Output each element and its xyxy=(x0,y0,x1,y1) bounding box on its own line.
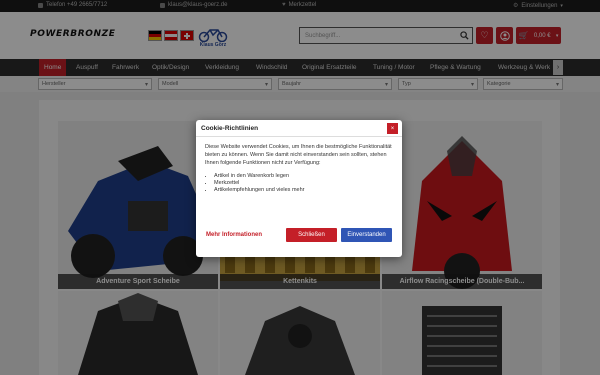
cookie-dialog-footer: Mehr Informationen Schließen Einverstand… xyxy=(196,227,402,245)
list-item: Merkzettel xyxy=(214,180,393,187)
decline-button[interactable]: Schließen xyxy=(286,228,337,242)
cookie-feature-list: Artikel in den Warenkorb legen Merkzette… xyxy=(205,173,393,194)
close-icon: × xyxy=(390,125,395,132)
cookie-text: Diese Website verwendet Cookies, um Ihne… xyxy=(205,144,392,166)
list-item: Artikelempfehlungen und vieles mehr xyxy=(214,187,393,194)
cookie-dialog: Cookie-Richtlinien × Diese Website verwe… xyxy=(196,120,402,257)
close-button[interactable]: × xyxy=(387,123,398,134)
list-item: Artikel in den Warenkorb legen xyxy=(214,173,393,180)
cookie-dialog-title: Cookie-Richtlinien xyxy=(196,120,402,137)
accept-button[interactable]: Einverstanden xyxy=(341,228,392,242)
more-info-link[interactable]: Mehr Informationen xyxy=(206,232,262,238)
cookie-dialog-body: Diese Website verwendet Cookies, um Ihne… xyxy=(196,137,402,194)
